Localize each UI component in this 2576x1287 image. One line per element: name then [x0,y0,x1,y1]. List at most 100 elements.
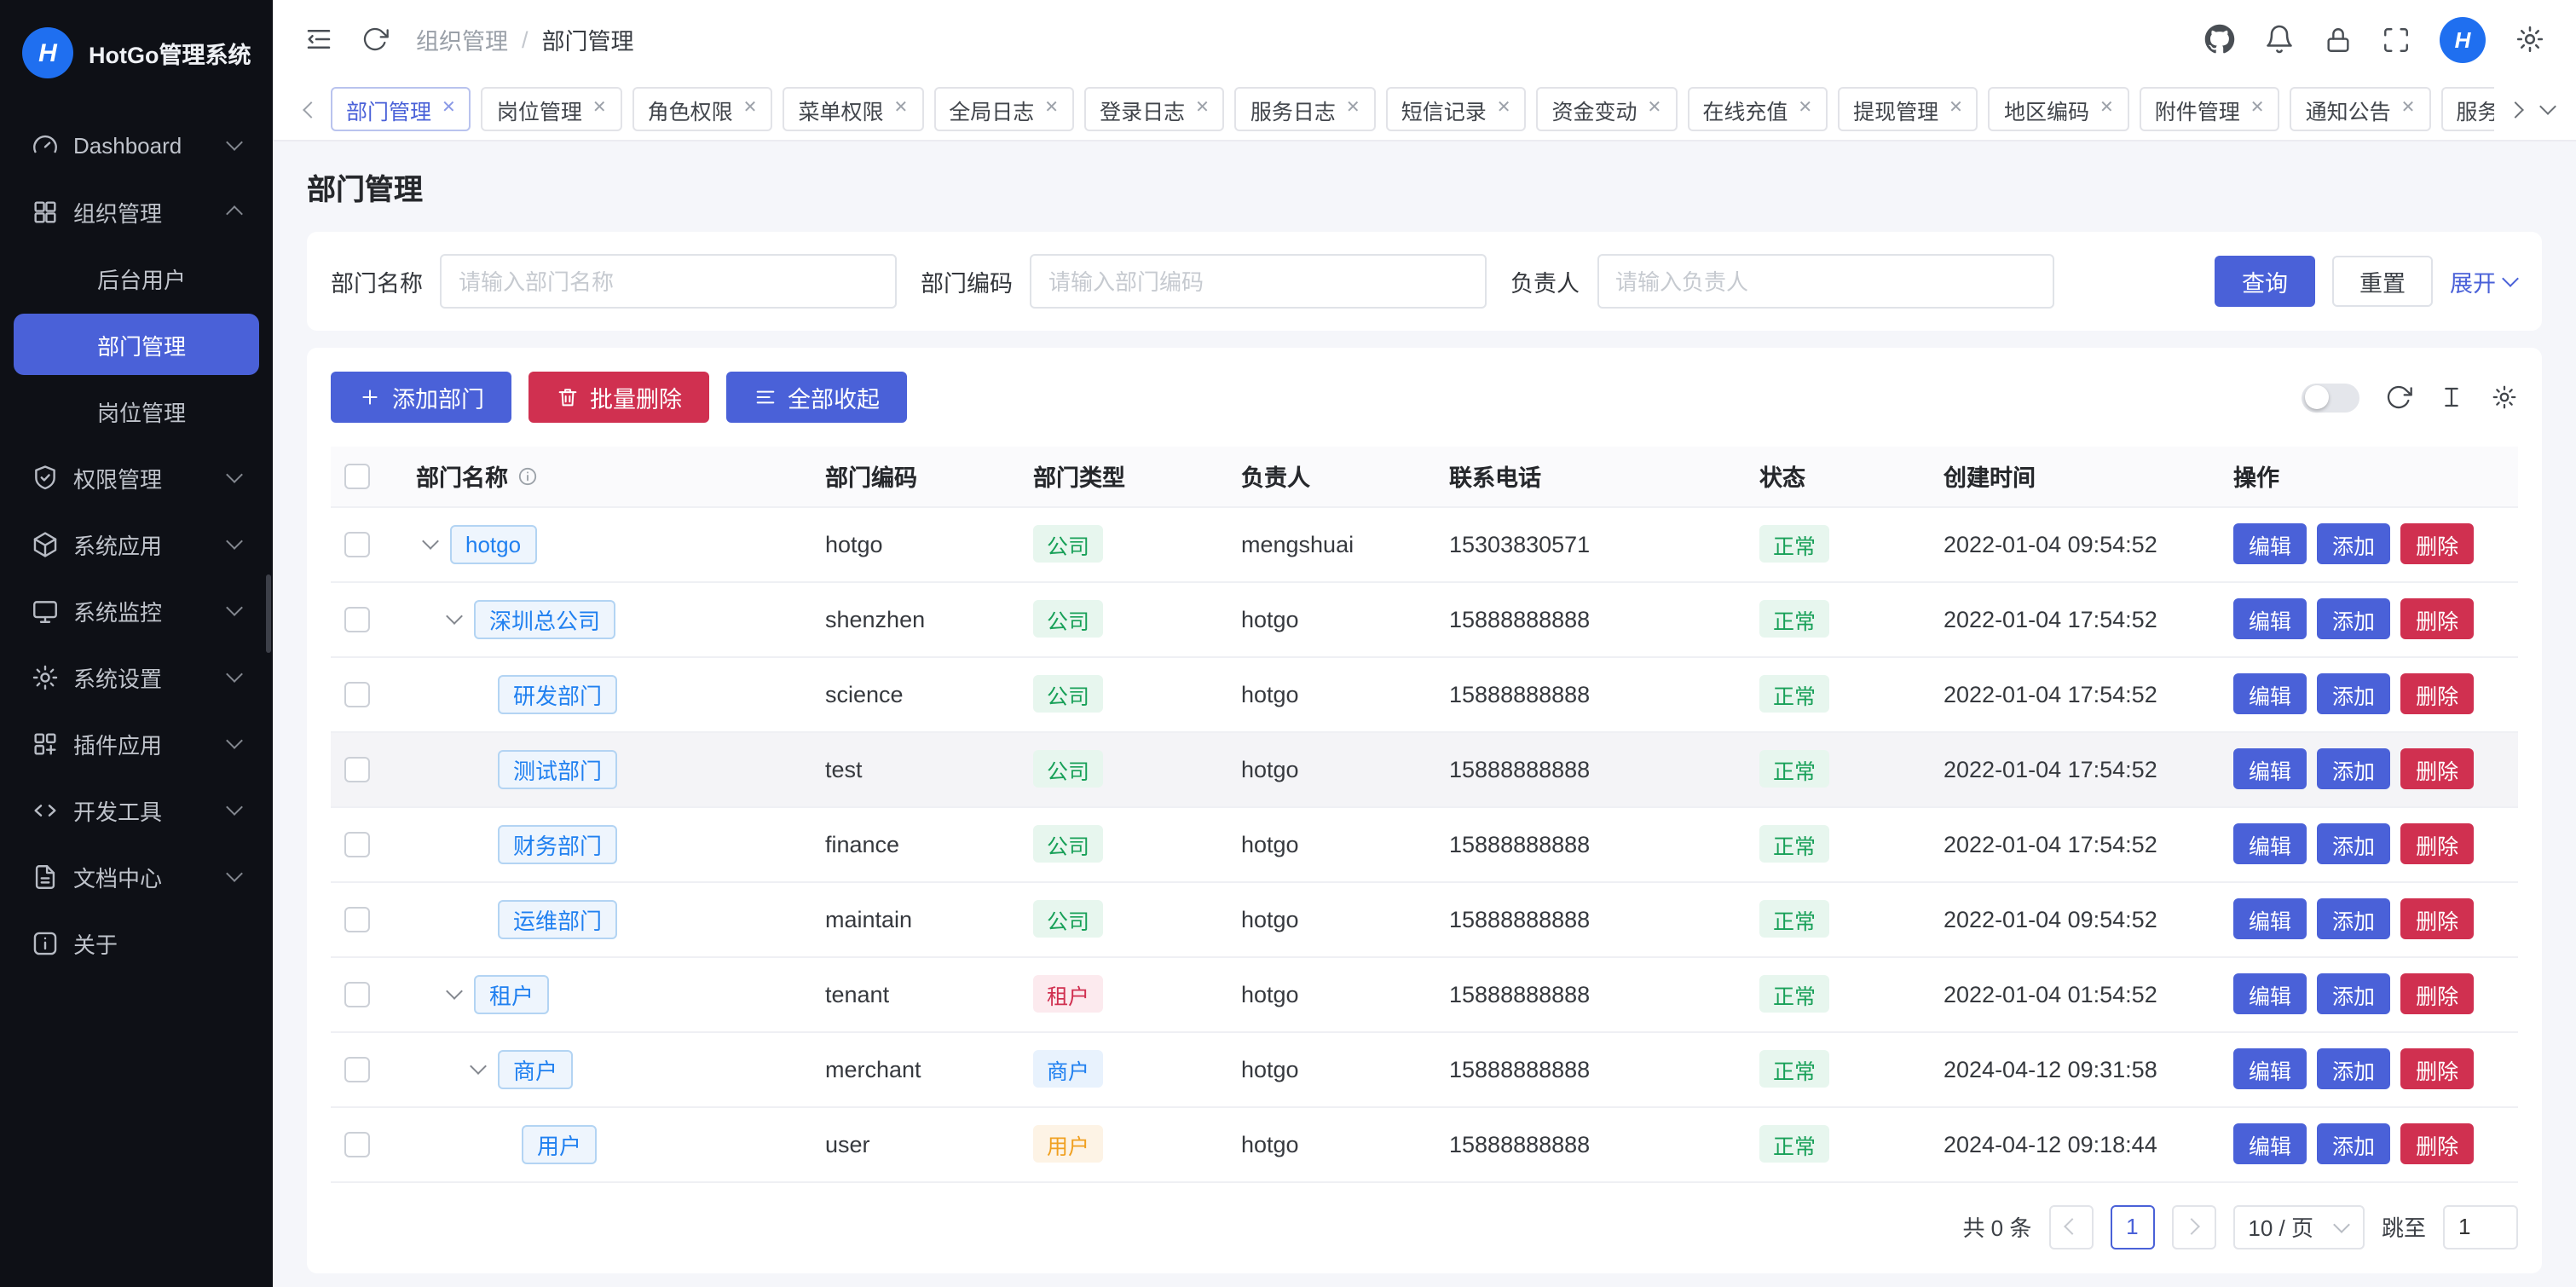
add-button[interactable]: 添加 [2317,1048,2390,1089]
sidebar-item-about[interactable]: 关于 [14,912,259,973]
close-icon[interactable] [2099,101,2114,118]
add-button[interactable]: 添加 [2317,598,2390,639]
tab-post-manage[interactable]: 岗位管理 [482,87,622,131]
close-icon[interactable] [1949,101,1963,118]
reload-icon[interactable] [2385,384,2412,411]
dept-name-tag[interactable]: 商户 [498,1049,573,1088]
sidebar-item-post-manage[interactable]: 岗位管理 [14,380,259,442]
row-checkbox[interactable] [344,831,370,857]
sidebar-item-permission[interactable]: 权限管理 [14,447,259,508]
select-all-checkbox[interactable] [344,464,370,489]
dept-name-tag[interactable]: 测试部门 [498,749,617,788]
sidebar-item-org[interactable]: 组织管理 [14,181,259,242]
expand-caret-icon[interactable] [416,529,445,558]
row-checkbox[interactable] [344,531,370,557]
edit-button[interactable]: 编辑 [2233,973,2307,1014]
delete-button[interactable]: 删除 [2400,748,2474,789]
settings-gear-icon[interactable] [2515,24,2545,55]
dept-name-tag[interactable]: 研发部门 [498,674,617,713]
row-checkbox[interactable] [344,756,370,782]
dept-name-tag[interactable]: 财务部门 [498,824,617,863]
tab-service[interactable]: 服务 [2440,87,2494,131]
delete-button[interactable]: 删除 [2400,673,2474,714]
row-checkbox[interactable] [344,681,370,707]
tabs-scroll-right-icon[interactable] [2508,101,2525,118]
dept-name-tag[interactable]: hotgo [450,524,536,563]
app-logo[interactable]: H HotGo管理系统 [0,0,273,106]
add-button[interactable]: 添加 [2317,523,2390,564]
delete-button[interactable]: 删除 [2400,973,2474,1014]
menu-fold-icon[interactable] [303,24,334,55]
reset-button[interactable]: 重置 [2332,256,2433,307]
edit-button[interactable]: 编辑 [2233,1123,2307,1164]
delete-button[interactable]: 删除 [2400,523,2474,564]
tab-funds-change[interactable]: 资金变动 [1537,87,1678,131]
next-page-button[interactable] [2171,1204,2215,1249]
delete-button[interactable]: 删除 [2400,1048,2474,1089]
delete-button[interactable]: 删除 [2400,598,2474,639]
breadcrumb-parent[interactable]: 组织管理 [416,22,508,56]
add-button[interactable]: 添加 [2317,748,2390,789]
batch-delete-button[interactable]: 批量删除 [528,372,709,423]
page-size-select[interactable]: 10 / 页 [2232,1204,2365,1249]
dept-code-input[interactable] [1030,254,1487,309]
dept-name-tag[interactable]: 租户 [474,974,549,1013]
expand-caret-icon[interactable] [440,979,469,1008]
bell-icon[interactable] [2264,24,2295,55]
sidebar-item-system-app[interactable]: 系统应用 [14,513,259,574]
sidebar-item-devtools[interactable]: 开发工具 [14,779,259,840]
row-height-icon[interactable] [2438,384,2465,411]
jump-page-input[interactable] [2443,1204,2518,1249]
info-circle-icon[interactable] [517,465,539,488]
tab-sms-record[interactable]: 短信记录 [1386,87,1527,131]
add-button[interactable]: 添加 [2317,673,2390,714]
tab-dept-manage[interactable]: 部门管理 [331,87,471,131]
sidebar-item-dashboard[interactable]: Dashboard [14,114,259,176]
add-button[interactable]: 添加 [2317,1123,2390,1164]
close-icon[interactable] [1195,101,1210,118]
row-checkbox[interactable] [344,1131,370,1157]
close-icon[interactable] [2401,101,2416,118]
close-icon[interactable] [592,101,607,118]
sidebar-item-plugins[interactable]: 插件应用 [14,713,259,774]
row-checkbox[interactable] [344,606,370,632]
edit-button[interactable]: 编辑 [2233,823,2307,864]
page-number-button[interactable]: 1 [2110,1204,2154,1249]
tab-menu-perms[interactable]: 菜单权限 [783,87,923,131]
refresh-icon[interactable] [361,26,389,53]
close-icon[interactable] [1346,101,1360,118]
tab-notice[interactable]: 通知公告 [2290,87,2431,131]
sidebar-item-system-monitor[interactable]: 系统监控 [14,580,259,641]
expand-caret-icon[interactable] [464,1054,493,1083]
tab-login-log[interactable]: 登录日志 [1084,87,1225,131]
close-icon[interactable] [1044,101,1059,118]
row-checkbox[interactable] [344,906,370,932]
lock-icon[interactable] [2324,25,2353,54]
delete-button[interactable]: 删除 [2400,898,2474,939]
row-checkbox[interactable] [344,1056,370,1082]
query-button[interactable]: 查询 [2215,256,2315,307]
tabs-menu-icon[interactable] [2538,101,2556,118]
row-checkbox[interactable] [344,981,370,1007]
edit-button[interactable]: 编辑 [2233,523,2307,564]
edit-button[interactable]: 编辑 [2233,748,2307,789]
leader-input[interactable] [1597,254,2053,309]
github-icon[interactable] [2204,24,2235,55]
tab-online-recharge[interactable]: 在线充值 [1687,87,1828,131]
collapse-all-button[interactable]: 全部收起 [726,372,907,423]
dept-name-tag[interactable]: 深圳总公司 [474,599,615,638]
edit-button[interactable]: 编辑 [2233,598,2307,639]
dept-name-tag[interactable]: 运维部门 [498,899,617,938]
expand-caret-icon[interactable] [440,604,469,633]
close-icon[interactable] [893,101,908,118]
tabs-scroll-left-icon[interactable] [300,101,317,118]
fullscreen-icon[interactable] [2382,25,2411,54]
sidebar-item-backend-users[interactable]: 后台用户 [14,247,259,309]
add-button[interactable]: 添加 [2317,973,2390,1014]
close-icon[interactable] [442,101,456,118]
edit-button[interactable]: 编辑 [2233,673,2307,714]
close-icon[interactable] [1798,101,1812,118]
tab-role-perms[interactable]: 角色权限 [632,87,773,131]
add-button[interactable]: 添加 [2317,898,2390,939]
add-button[interactable]: 添加 [2317,823,2390,864]
